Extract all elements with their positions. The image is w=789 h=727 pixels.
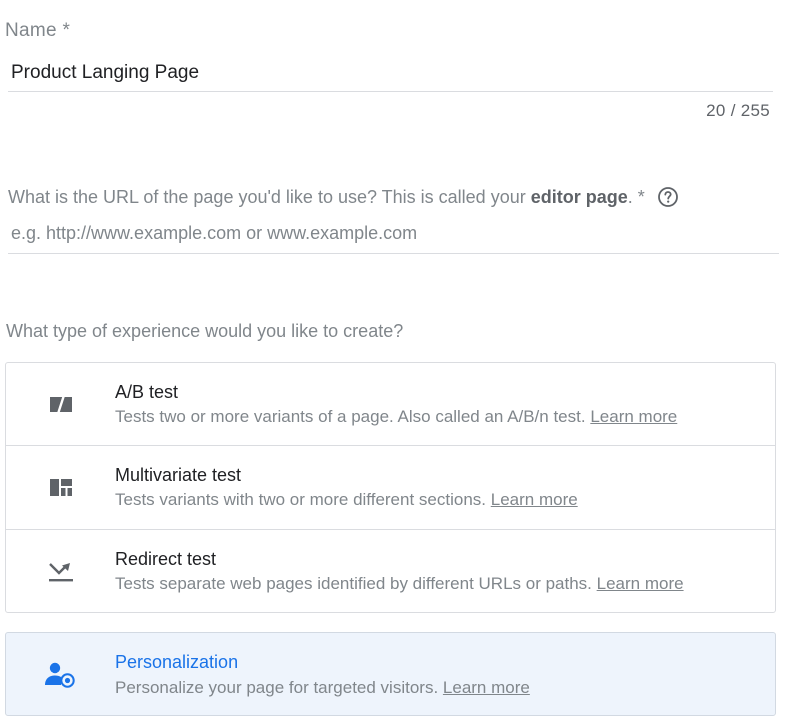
option-description: Personalize your page for targeted visit… <box>115 678 530 697</box>
option-personalization[interactable]: Personalization Personalize your page fo… <box>5 632 776 716</box>
option-title: Multivariate test <box>115 465 242 485</box>
option-title: Personalization <box>115 652 239 672</box>
option-redirect-test[interactable]: Redirect test Tests separate web pages i… <box>6 530 775 612</box>
editor-page-url-input[interactable] <box>8 214 779 254</box>
url-field-label: What is the URL of the page you'd like t… <box>8 186 679 208</box>
option-description: Tests two or more variants of a page. Al… <box>115 407 678 426</box>
option-title: A/B test <box>115 382 179 402</box>
learn-more-link[interactable]: Learn more <box>597 574 684 593</box>
question-circle-icon[interactable] <box>657 186 679 208</box>
learn-more-link[interactable]: Learn more <box>443 678 530 697</box>
learn-more-link[interactable]: Learn more <box>590 407 677 426</box>
redirect-icon <box>48 560 74 582</box>
option-description: Tests variants with two or more differen… <box>115 490 578 509</box>
experience-type-question: What type of experience would you like t… <box>6 321 404 341</box>
option-ab-test[interactable]: A/B test Tests two or more variants of a… <box>6 363 775 446</box>
multivariate-icon <box>48 476 74 498</box>
learn-more-link[interactable]: Learn more <box>491 490 578 509</box>
option-description: Tests separate web pages identified by d… <box>115 574 684 593</box>
personalization-icon <box>44 661 76 689</box>
option-title: Redirect test <box>115 549 217 569</box>
ab-test-icon <box>48 393 74 415</box>
option-multivariate-test[interactable]: Multivariate test Tests variants with tw… <box>6 446 775 530</box>
editor-page-emphasis: editor page <box>530 186 628 207</box>
name-input[interactable] <box>8 54 773 92</box>
experience-options-group: A/B test Tests two or more variants of a… <box>5 362 776 613</box>
url-label-text: What is the URL of the page you'd like t… <box>8 186 645 207</box>
character-counter: 20 / 255 <box>706 101 770 120</box>
name-field-label: Name * <box>5 20 71 41</box>
